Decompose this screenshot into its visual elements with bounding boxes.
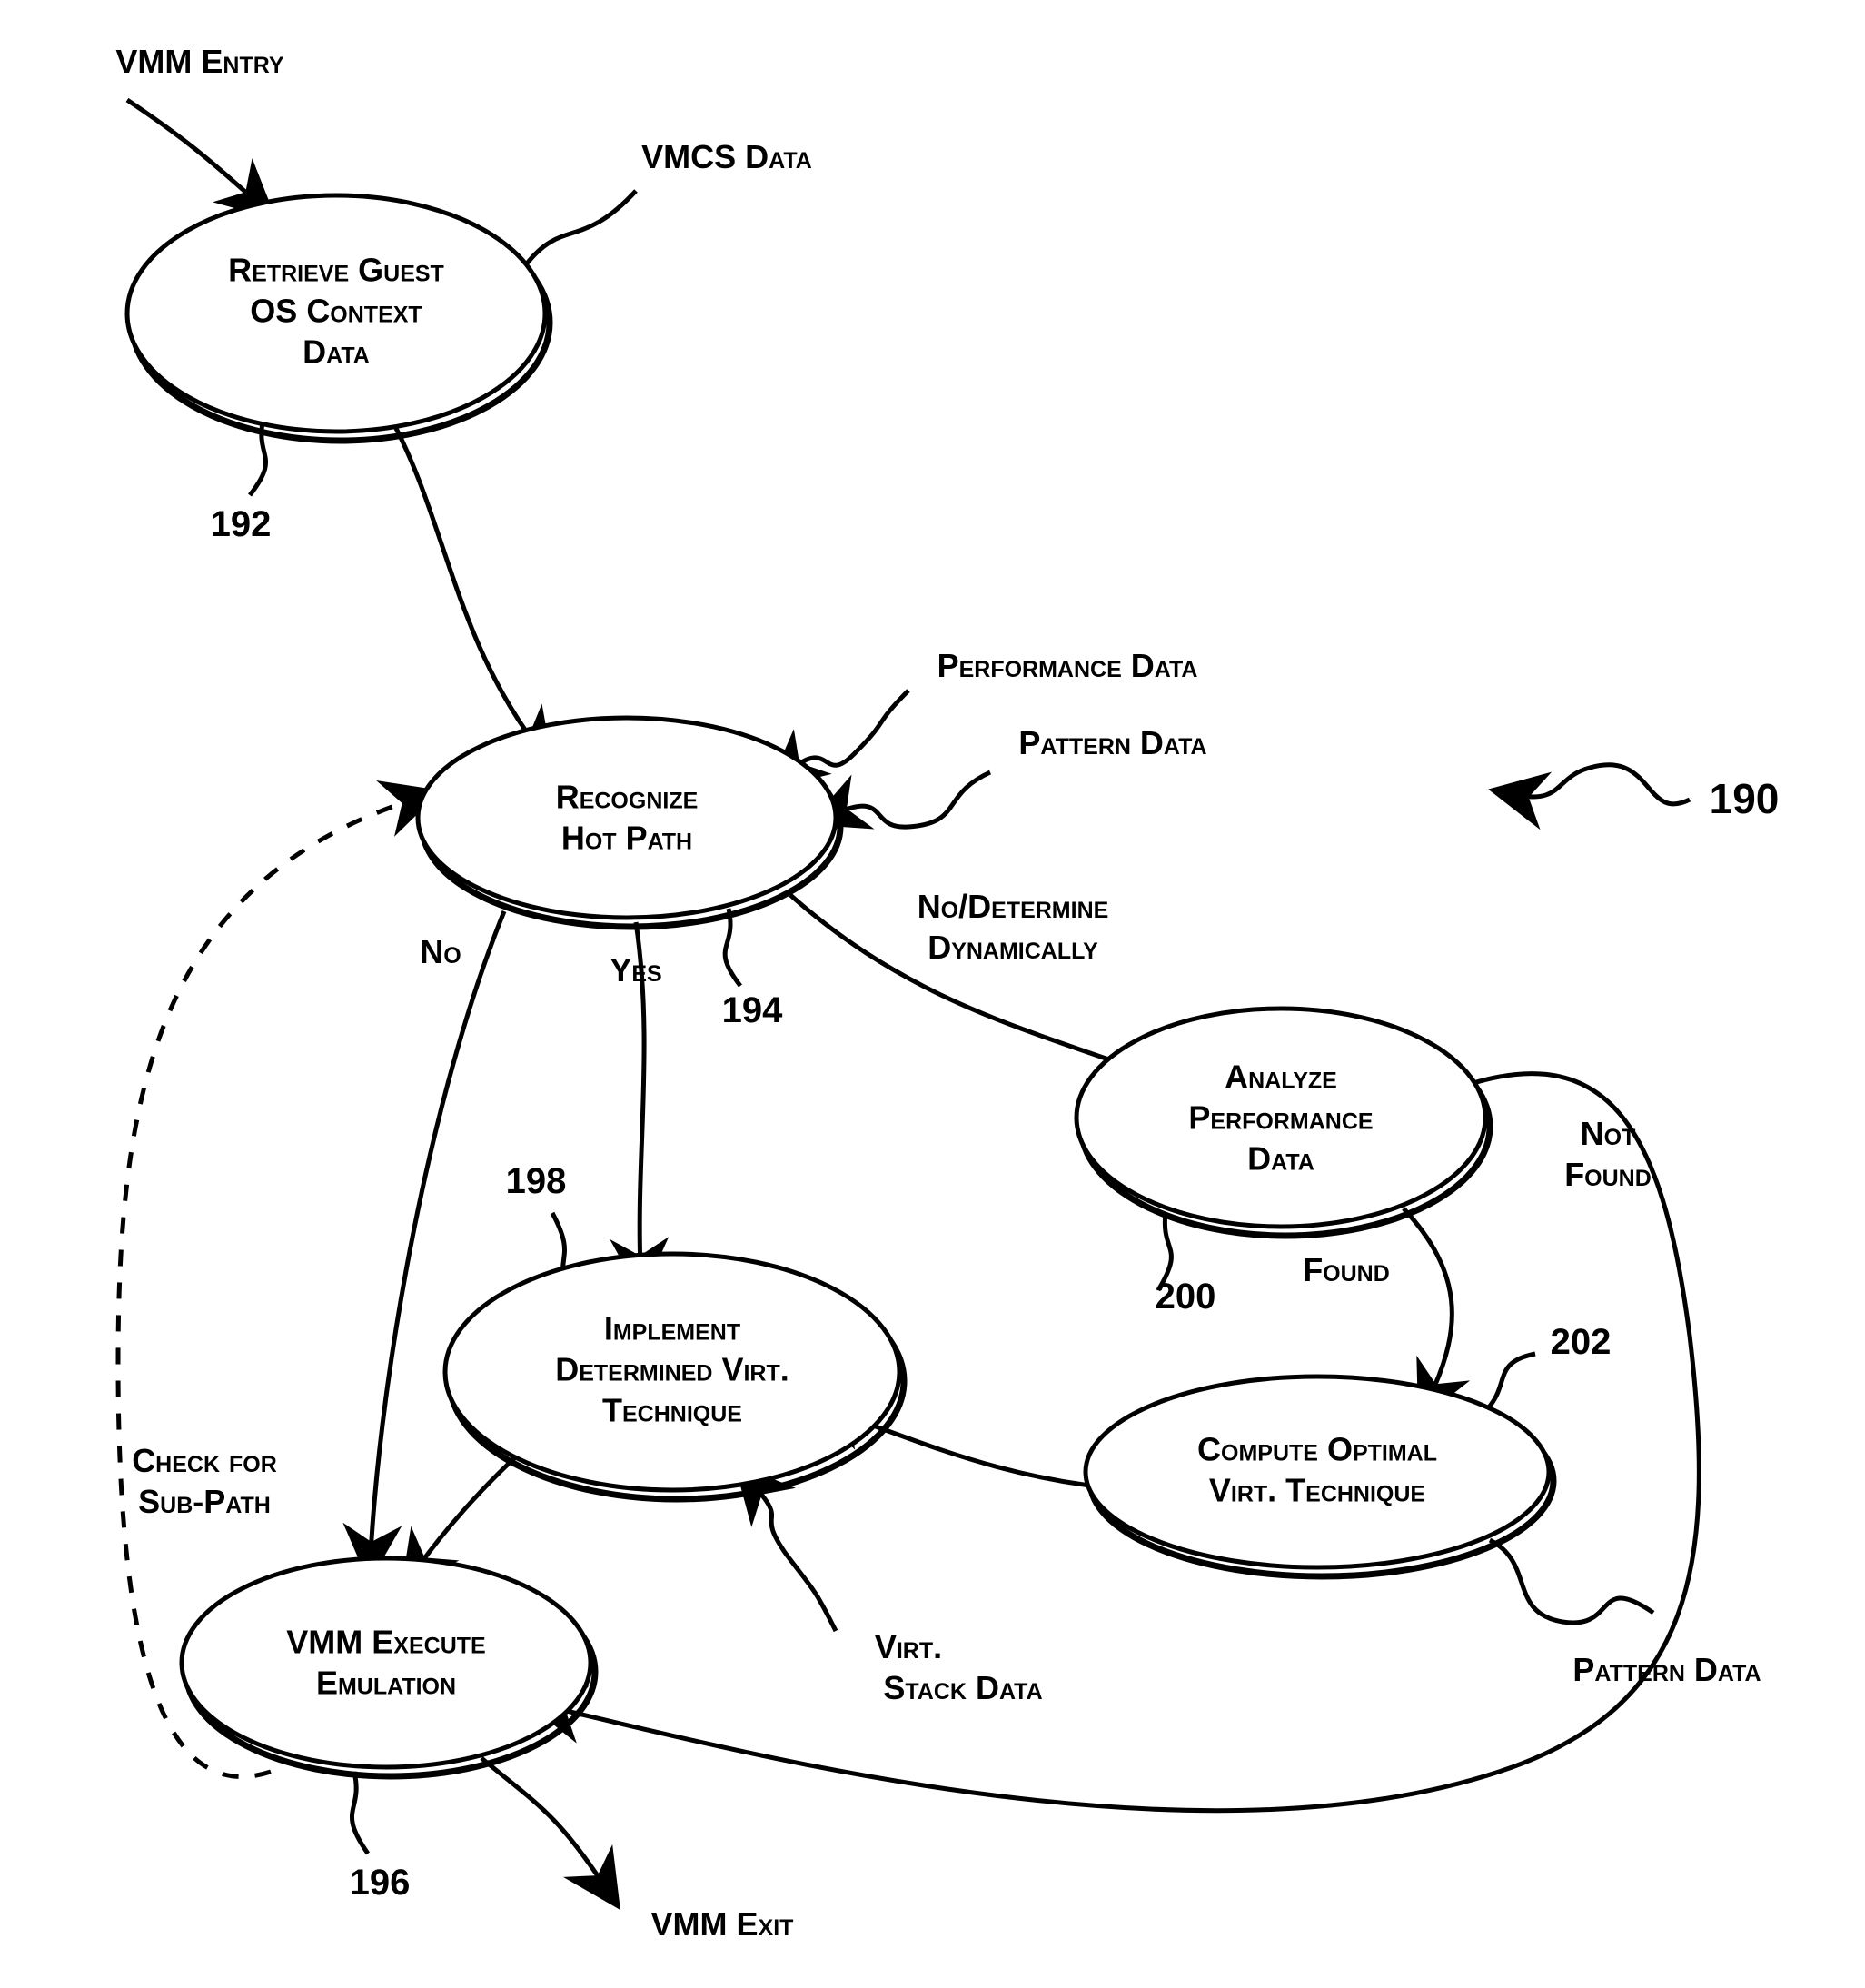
node-recognize: Recognize Hot Path	[418, 718, 840, 927]
label-no: No	[420, 933, 461, 970]
label-no-determine-1: No/Determine	[918, 888, 1109, 925]
node-recognize-line2: Hot Path	[561, 820, 692, 857]
ref-connector-202	[1483, 1354, 1535, 1413]
label-virt-stack-1: Virt.	[875, 1628, 942, 1665]
label-not-found-2: Found	[1564, 1156, 1652, 1193]
label-vmcs-data: VMCS Data	[641, 138, 812, 175]
node-retrieve: Retrieve Guest OS Context Data	[127, 195, 550, 441]
edge-retrieve-to-recognize	[391, 418, 536, 745]
label-found: Found	[1303, 1251, 1390, 1288]
label-pattern-data-in: Pattern Data	[1018, 724, 1206, 761]
node-analyze-line3: Data	[1247, 1140, 1314, 1178]
label-virt-stack-2: Stack Data	[883, 1669, 1042, 1706]
node-execute: VMM Execute Emulation	[182, 1558, 595, 1776]
label-performance-data: Performance Data	[937, 647, 1198, 684]
label-no-determine-2: Dynamically	[928, 929, 1098, 966]
node-execute-line1: VMM Execute	[286, 1624, 485, 1661]
node-analyze-line2: Performance	[1188, 1099, 1373, 1137]
ref-198: 198	[506, 1161, 567, 1201]
node-compute-line2: Virt. Technique	[1209, 1472, 1425, 1509]
arrow-vmm-exit	[481, 1758, 604, 1885]
label-pattern-data-out: Pattern Data	[1572, 1651, 1761, 1688]
arrow-performance-data-in	[790, 691, 908, 770]
label-check-sub-2: Sub-Path	[138, 1483, 271, 1520]
node-compute-line1: Compute Optimal	[1197, 1431, 1437, 1468]
label-check-sub-1: Check for	[132, 1442, 277, 1479]
node-recognize-line1: Recognize	[556, 779, 699, 816]
arrow-pattern-data-in	[836, 772, 990, 827]
ref-190: 190	[1710, 775, 1780, 822]
node-implement-line3: Technique	[602, 1392, 742, 1429]
flowchart: Retrieve Guest OS Context Data Recognize…	[0, 0, 1865, 1988]
ref-connector-194	[725, 909, 740, 986]
label-vmm-exit: VMM Exit	[651, 1905, 794, 1943]
node-implement-line2: Determined Virt.	[555, 1351, 789, 1388]
edge-recognize-no	[371, 911, 504, 1554]
figure-ref-arrow	[1517, 765, 1690, 804]
node-analyze: Analyze Performance Data	[1076, 1009, 1490, 1236]
node-analyze-line1: Analyze	[1225, 1059, 1337, 1096]
node-execute-line2: Emulation	[316, 1665, 456, 1702]
ref-200: 200	[1156, 1277, 1216, 1317]
connector-pattern-data-out	[1490, 1540, 1653, 1623]
node-implement: Implement Determined Virt. Technique	[445, 1254, 904, 1499]
node-retrieve-line2: OS Context	[250, 293, 422, 330]
ref-connector-196	[352, 1772, 368, 1854]
ref-196: 196	[350, 1863, 411, 1903]
arrow-vmm-entry	[127, 100, 254, 200]
node-retrieve-line3: Data	[303, 333, 370, 371]
label-not-found-1: Not	[1581, 1115, 1636, 1152]
ref-192: 192	[211, 504, 272, 544]
ref-202: 202	[1551, 1322, 1612, 1362]
label-yes: Yes	[610, 951, 661, 989]
node-implement-line1: Implement	[604, 1310, 740, 1347]
node-retrieve-line1: Retrieve Guest	[228, 252, 444, 289]
edge-analyze-found	[1404, 1208, 1452, 1395]
label-vmm-entry: VMM Entry	[115, 43, 283, 80]
arrow-virt-stack-data	[754, 1486, 836, 1631]
node-compute: Compute Optimal Virt. Technique	[1086, 1377, 1553, 1576]
ref-194: 194	[722, 990, 783, 1030]
